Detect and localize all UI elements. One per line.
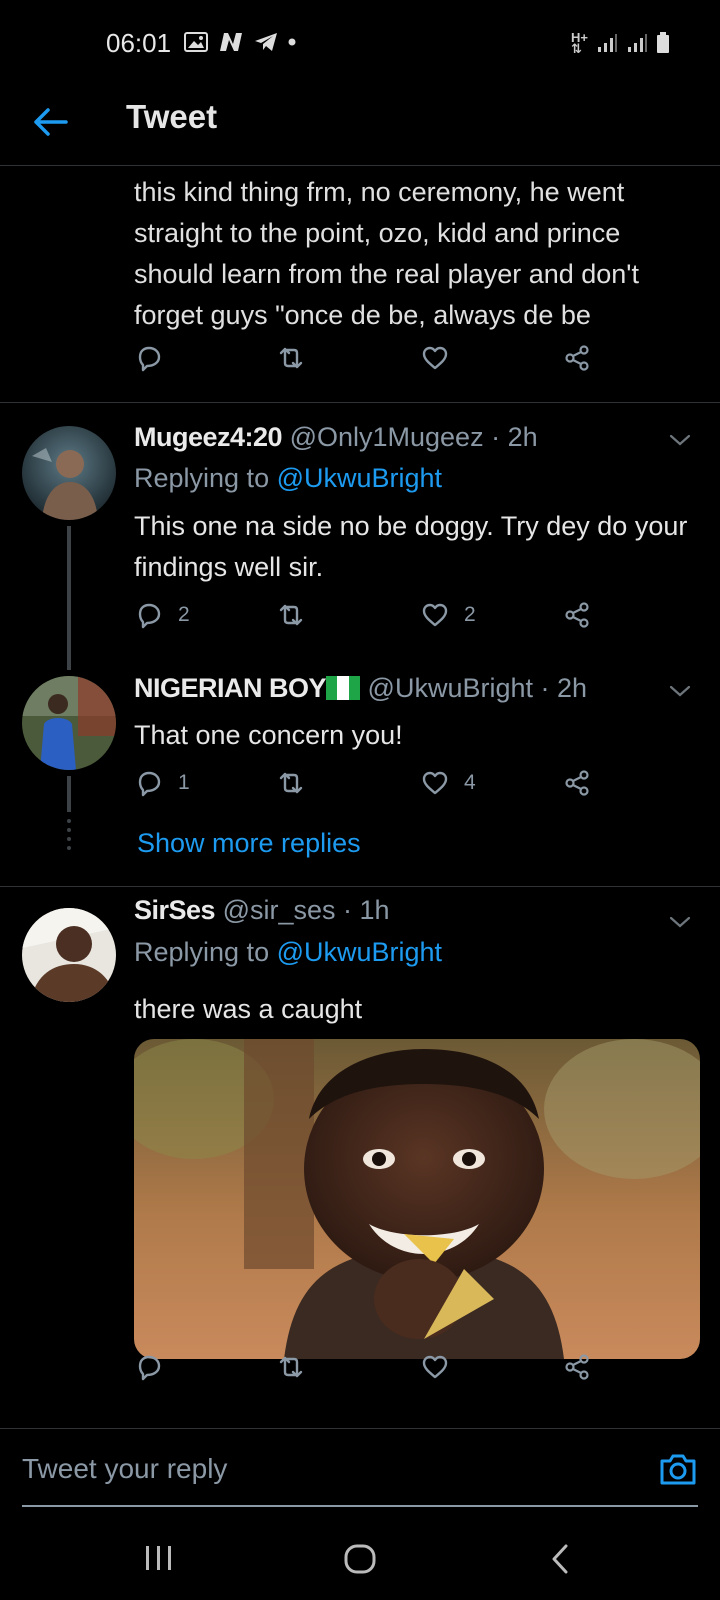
retweet-button[interactable] <box>276 600 306 630</box>
camera-icon[interactable] <box>658 1451 698 1487</box>
chevron-down-icon[interactable] <box>668 684 692 698</box>
back-nav-icon[interactable] <box>550 1544 570 1574</box>
replying-label: Replying to <box>134 937 270 967</box>
like-button[interactable]: 4 <box>420 768 476 798</box>
reply-button[interactable] <box>134 1352 164 1382</box>
tweet-header: Mugeez4:20 @Only1Mugeez · 2h <box>134 422 538 453</box>
retweet-icon <box>279 604 303 626</box>
like-count: 4 <box>464 771 476 794</box>
heart-icon <box>422 603 448 627</box>
thread-line <box>67 776 71 812</box>
share-icon <box>565 602 589 628</box>
retweet-icon <box>279 347 303 369</box>
like-button[interactable] <box>420 343 450 373</box>
signal-icon-2 <box>628 34 647 52</box>
heart-icon <box>422 346 448 370</box>
heart-icon <box>422 1355 448 1379</box>
replying-to: Replying to @UkwuBright <box>134 463 442 494</box>
more-thread-dots <box>67 819 71 850</box>
replying-to: Replying to @UkwuBright <box>134 937 442 968</box>
like-count: 2 <box>464 603 476 626</box>
like-button[interactable] <box>420 1352 450 1382</box>
tweet-actions <box>134 1352 614 1392</box>
reply-count: 2 <box>178 603 190 626</box>
mention-link[interactable]: @UkwuBright <box>277 463 442 493</box>
share-icon <box>565 1354 589 1380</box>
share-button[interactable] <box>562 1352 592 1382</box>
share-button[interactable] <box>562 600 592 630</box>
retweet-button[interactable] <box>276 1352 306 1382</box>
share-icon <box>565 345 589 371</box>
thread-line <box>67 526 71 670</box>
status-system-icons: H+ ⇅ <box>571 30 670 56</box>
partial-tweet-text: this kind thing frm, no ceremony, he wen… <box>134 172 704 336</box>
tweet-photo[interactable] <box>134 1039 700 1359</box>
reply-count: 1 <box>178 771 190 794</box>
chevron-down-icon[interactable] <box>668 915 692 929</box>
input-underline <box>22 1505 698 1507</box>
reply-icon <box>138 1355 161 1381</box>
show-more-replies-link[interactable]: Show more replies <box>137 828 361 859</box>
reply-icon <box>138 771 161 797</box>
tweet-body: That one concern you! <box>134 720 403 750</box>
status-bar: 06:01 H+ ⇅ <box>0 0 720 90</box>
page-title: Tweet <box>126 98 218 135</box>
retweet-button[interactable] <box>276 343 306 373</box>
system-nav-bar <box>0 1510 720 1600</box>
retweet-icon <box>279 772 303 794</box>
reply-icon <box>138 346 161 372</box>
reply-button[interactable]: 1 <box>134 768 190 798</box>
tweet-body: This one na side no be doggy. Try dey do… <box>134 511 688 582</box>
tweet-actions: 1 4 <box>134 768 614 808</box>
tweet-reply-input[interactable]: Tweet your reply <box>22 1453 227 1485</box>
battery-icon <box>657 32 669 53</box>
mention-link[interactable]: @UkwuBright <box>277 937 442 967</box>
status-notification-icons <box>184 32 296 52</box>
tweet-body: there was a caught <box>134 994 363 1024</box>
divider <box>0 886 720 887</box>
replying-label: Replying to <box>134 463 270 493</box>
heart-icon <box>422 771 448 795</box>
divider <box>0 402 720 403</box>
recent-apps-icon[interactable] <box>144 1544 174 1572</box>
user-handle-time: @Only1Mugeez · 2h <box>289 422 538 452</box>
user-name[interactable]: NIGERIAN BOY <box>134 673 327 703</box>
back-arrow-icon[interactable] <box>30 102 70 142</box>
avatar-nigerian-boy[interactable] <box>22 676 116 770</box>
avatar-mugeez[interactable] <box>22 426 116 520</box>
tweet-actions: 2 2 <box>134 600 614 640</box>
tweet-header: SirSes @sir_ses · 1h <box>134 895 390 926</box>
retweet-icon <box>279 1356 303 1378</box>
tweet-body: this kind thing frm, no ceremony, he wen… <box>134 177 639 330</box>
reply-button[interactable] <box>134 343 164 373</box>
telegram-icon <box>255 33 277 51</box>
retweet-button[interactable] <box>276 768 306 798</box>
share-icon <box>565 770 589 796</box>
avatar-sirses[interactable] <box>22 908 116 1002</box>
user-name[interactable]: Mugeez4:20 <box>134 422 283 452</box>
status-time: 06:01 <box>106 28 172 58</box>
share-button[interactable] <box>562 343 592 373</box>
nigeria-flag-icon <box>326 676 361 700</box>
signal-icon <box>598 34 617 52</box>
home-icon[interactable] <box>344 1544 376 1574</box>
user-name[interactable]: SirSes <box>134 895 216 925</box>
reply-icon <box>138 603 161 629</box>
chevron-down-icon[interactable] <box>668 433 692 447</box>
top-app-bar: Tweet <box>0 90 720 166</box>
user-handle-time: @sir_ses · 1h <box>222 895 390 925</box>
like-button[interactable]: 2 <box>420 600 476 630</box>
tweet-header: NIGERIAN BOY @UkwuBright · 2h <box>134 673 587 704</box>
reply-button[interactable]: 2 <box>134 600 190 630</box>
user-handle-time: @UkwuBright · 2h <box>367 673 588 703</box>
dot-icon <box>288 38 296 46</box>
share-button[interactable] <box>562 768 592 798</box>
tweet-actions <box>134 343 614 383</box>
reply-composer: Tweet your reply <box>0 1428 720 1508</box>
n-app-icon <box>220 33 242 51</box>
network-type: H+ ⇅ <box>571 30 588 56</box>
gallery-icon <box>184 32 208 52</box>
